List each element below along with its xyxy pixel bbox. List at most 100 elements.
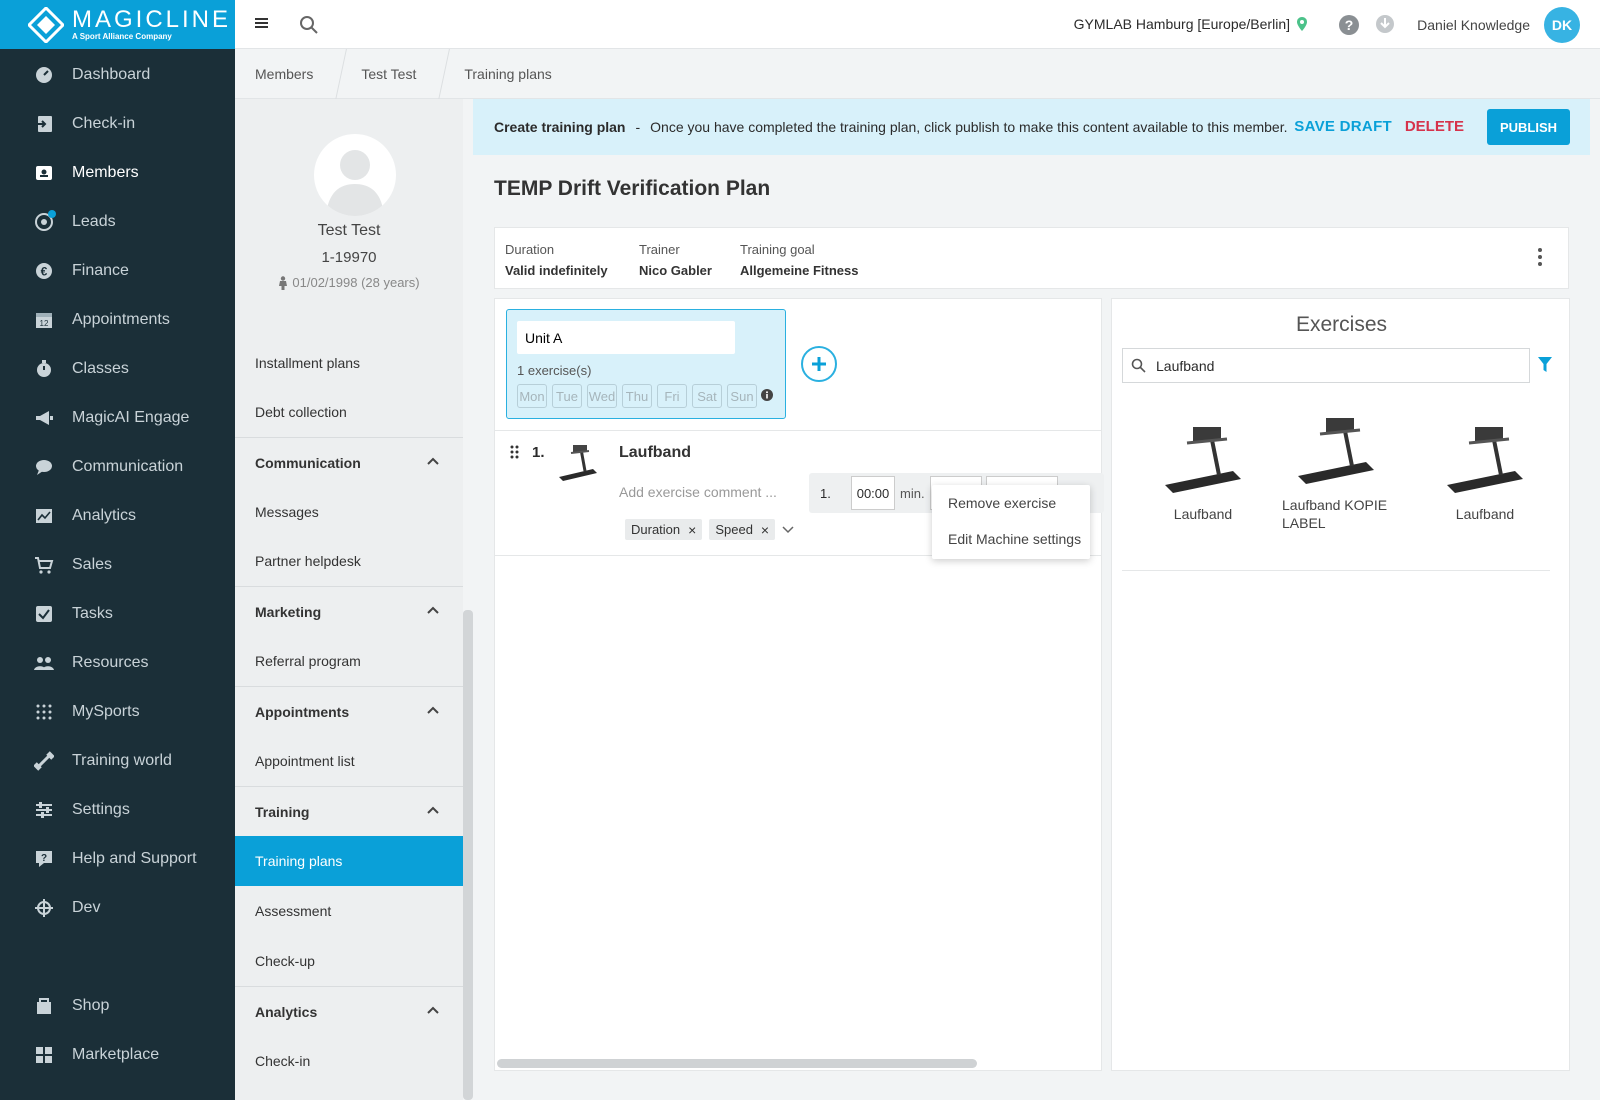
menu-training-plans[interactable]: Training plans [235,836,463,886]
more-options-icon[interactable] [1538,248,1542,266]
edit-machine-settings-item[interactable]: Edit Machine settings [932,521,1090,557]
exercise-card-label: Laufband [1173,506,1233,522]
unit-exercise-count: 1 exercise(s) [517,363,592,378]
nav-item-classes[interactable]: Classes [0,344,235,394]
day-sat[interactable]: Sat [692,384,722,408]
nav-item-leads[interactable]: Leads [0,197,235,247]
drag-handle-icon[interactable] [510,445,519,459]
nav-item-analytics[interactable]: Analytics [0,491,235,541]
divider [1122,570,1550,571]
download-icon[interactable] [1375,14,1395,34]
day-fri[interactable]: Fri [657,384,687,408]
nav-item-training-world[interactable]: Training world [0,736,235,786]
duration-input[interactable]: 00:00 [851,476,895,510]
remove-exercise-item[interactable]: Remove exercise [932,485,1090,521]
nav-item-tasks[interactable]: Tasks [0,589,235,639]
remove-tag-icon[interactable]: × [761,522,769,538]
section-analytics[interactable]: Analytics [235,986,463,1036]
nav-item-dev[interactable]: Dev [0,883,235,933]
info-icon[interactable] [761,389,773,401]
search-icon[interactable] [299,15,319,35]
nav-item-shop[interactable]: Shop [0,981,235,1031]
filter-icon[interactable] [1538,357,1552,373]
chevron-down-icon[interactable] [782,525,794,534]
unit-name-input[interactable] [517,321,735,354]
megaphone-icon [34,408,54,428]
section-appointments[interactable]: Appointments [235,686,463,736]
chevron-up-icon [427,457,439,465]
horizontal-scrollbar[interactable] [497,1059,977,1068]
breadcrumb-members[interactable]: Members [235,49,341,99]
member-panel-scrollbar[interactable] [463,610,473,1100]
menu-icon[interactable] [255,16,269,30]
menu-installment-plans[interactable]: Installment plans [235,338,463,388]
exercise-comment-input[interactable]: Add exercise comment ... [619,484,777,500]
day-thu[interactable]: Thu [622,384,652,408]
brand-logo[interactable]: MAGICLINE A Sport Alliance Company [0,0,235,49]
exercise-card[interactable]: Laufband [1425,421,1545,523]
nav-item-mysports[interactable]: MySports [0,687,235,737]
section-label: Analytics [255,1003,318,1020]
menu-partner-helpdesk[interactable]: Partner helpdesk [235,536,463,586]
menu-debt-collection[interactable]: Debt collection [235,387,463,437]
tag-label: Duration [631,522,681,537]
dots-grid-icon [34,702,54,722]
menu-check-in[interactable]: Check-in [235,1036,463,1086]
breadcrumb-training-plans[interactable]: Training plans [444,49,579,99]
section-marketing[interactable]: Marketing [235,586,463,636]
exercise-search-field[interactable]: Laufband [1122,348,1530,383]
member-id: 1-19970 [321,249,377,266]
nav-item-members[interactable]: Members [0,148,235,198]
nav-item-label: Sales [72,556,113,573]
day-sun[interactable]: Sun [727,384,757,408]
nav-item-label: Settings [72,801,130,818]
day-mon[interactable]: Mon [517,384,547,408]
nav-item-settings[interactable]: Settings [0,785,235,835]
chevron-up-icon [427,706,439,714]
stopwatch-icon [34,359,54,379]
delete-button[interactable]: DELETE [1405,118,1464,135]
nav-item-magicai-engage[interactable]: MagicAI Engage [0,393,235,443]
exercise-card[interactable]: Laufband [1143,421,1263,523]
help-icon[interactable]: ? [1338,14,1360,36]
user-avatar[interactable]: DK [1544,7,1580,43]
breadcrumb-member[interactable]: Test Test [341,49,444,99]
notice-title: Create training plan [494,119,626,135]
exercises-title: Exercises [1295,313,1388,336]
duration-unit: min. [900,486,925,501]
publish-button[interactable]: PUBLISH [1487,109,1570,145]
save-draft-button[interactable]: SAVE DRAFT [1294,118,1392,135]
nav-item-marketplace[interactable]: Marketplace [0,1030,235,1080]
menu-assessment[interactable]: Assessment [235,886,463,936]
nav-item-help-and-support[interactable]: ? Help and Support [0,834,235,884]
nav-item-appointments[interactable]: 12 Appointments [0,295,235,345]
menu-appointment-list[interactable]: Appointment list [235,736,463,786]
user-name[interactable]: Daniel Knowledge [1417,17,1530,33]
exercise-card[interactable]: Laufband KOPIE LABEL [1276,412,1396,532]
location-selector[interactable]: GYMLAB Hamburg [Europe/Berlin] [1074,16,1308,32]
plan-trainer: Trainer Nico Gabler [639,242,712,278]
section-training[interactable]: Training [235,786,463,836]
day-wed[interactable]: Wed [587,384,617,408]
unit-card[interactable]: 1 exercise(s) Mon Tue Wed Thu Fri Sat Su… [506,309,786,419]
treadmill-icon [1298,418,1374,484]
nav-item-finance[interactable]: € Finance [0,246,235,296]
nav-item-sales[interactable]: Sales [0,540,235,590]
notice-text: Once you have completed the training pla… [650,119,1288,135]
chart-icon [34,506,54,526]
nav-item-dashboard[interactable]: Dashboard [0,50,235,100]
remove-tag-icon[interactable]: × [688,522,696,538]
grid-icon [34,1045,54,1065]
menu-check-up[interactable]: Check-up [235,936,463,986]
nav-item-resources[interactable]: Resources [0,638,235,688]
menu-referral-program[interactable]: Referral program [235,636,463,686]
section-communication[interactable]: Communication [235,437,463,487]
nav-item-check-in[interactable]: Check-in [0,99,235,149]
cart-icon [34,555,54,575]
calendar-icon: 12 [34,310,54,330]
nav-item-communication[interactable]: Communication [0,442,235,492]
menu-messages[interactable]: Messages [235,487,463,537]
weekday-selector: Mon Tue Wed Thu Fri Sat Sun [517,384,757,408]
day-tue[interactable]: Tue [552,384,582,408]
add-unit-button[interactable] [801,346,837,382]
